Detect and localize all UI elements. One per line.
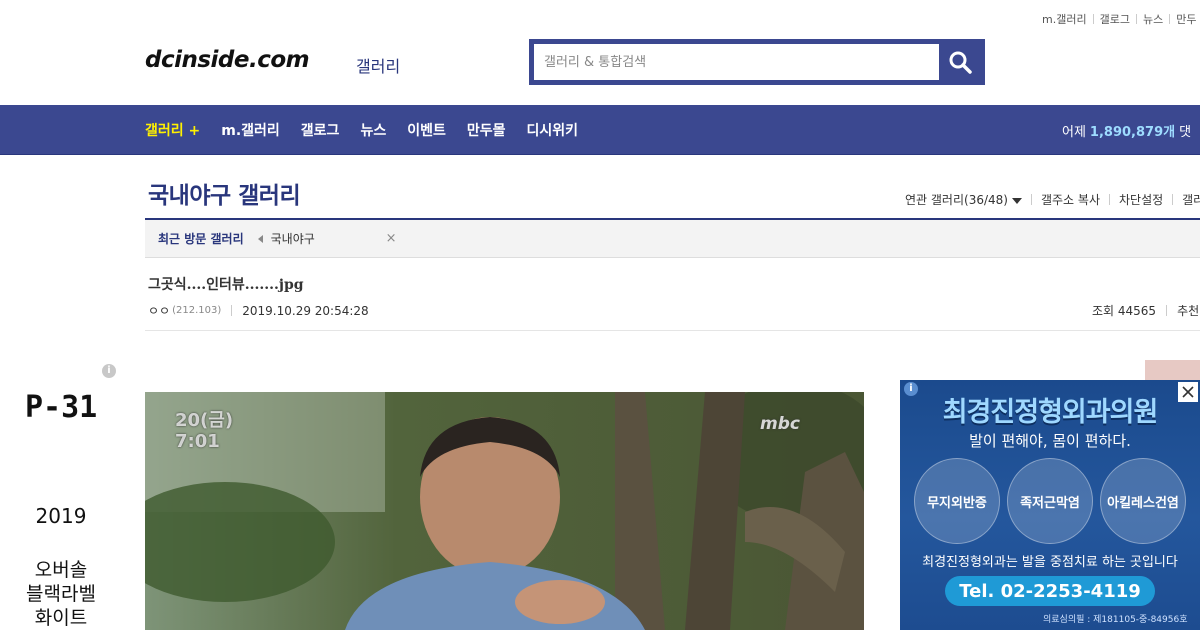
- nav-item-gallog[interactable]: 갤로그: [301, 120, 340, 140]
- search-button[interactable]: [939, 44, 980, 80]
- nav-item-mandu-mall[interactable]: 만두몰: [467, 120, 506, 140]
- stat-prefix: 어제: [1062, 124, 1086, 140]
- site-logo[interactable]: dcinside.com: [145, 47, 310, 73]
- ad-year: 2019: [35, 504, 87, 528]
- right-ad-banner[interactable]: i 최경진정형외과의원 발이 편해야, 몸이 편하다. 무지외반증 족저근막염 …: [900, 380, 1200, 630]
- ad-subtitle: 발이 편해야, 몸이 편하다.: [969, 432, 1131, 450]
- ad-circles: 무지외반증 족저근막염 아킬레스건염: [914, 458, 1186, 544]
- post-title: 그곳식....인터뷰.......jpg: [148, 277, 304, 293]
- divider: [1169, 14, 1171, 24]
- post-author[interactable]: ㅇㅇ: [148, 302, 170, 319]
- ad-text: 최경진정형외과는 발을 중점치료 하는 곳입니다: [922, 555, 1178, 570]
- post-date: 2019.10.29 20:54:28: [242, 303, 369, 318]
- divider: [1135, 14, 1137, 24]
- related-gallery-button[interactable]: 연관 갤러리(36/48): [905, 191, 1022, 208]
- timestamp-line: 20(금): [175, 410, 234, 431]
- gallery-tools: 연관 갤러리(36/48) 갤주소 복사 차단설정 갤러: [905, 191, 1200, 208]
- main-nav: 갤러리 + m.갤러리 갤로그 뉴스 이벤트 만두몰 디시위키 어제 1,890…: [0, 105, 1200, 155]
- post-divider: [145, 330, 1200, 331]
- recent-galleries-bar: 최근 방문 갤러리 국내야구 ×: [145, 220, 1200, 258]
- ad-footer: 의료심의필 : 제181105-중-84956호: [1043, 615, 1188, 625]
- ad-model: P-31: [25, 390, 98, 425]
- close-icon[interactable]: ×: [386, 231, 397, 246]
- nav-item-news[interactable]: 뉴스: [360, 120, 386, 140]
- search-bar: [529, 39, 985, 85]
- ad-circle[interactable]: 무지외반증: [914, 458, 1000, 544]
- logo-gallery-label[interactable]: 갤러리: [356, 53, 400, 77]
- triangle-down-icon: [1011, 197, 1022, 204]
- related-gallery-label: 연관 갤러리(36/48): [905, 193, 1008, 207]
- ad-phone-button[interactable]: Tel. 02-2253-4119: [945, 576, 1155, 606]
- ad-top-strip: [1145, 360, 1200, 380]
- toplink-m-gallery[interactable]: m.갤러리: [1042, 11, 1087, 27]
- toplink-mandu[interactable]: 만두: [1176, 11, 1196, 27]
- post-views: 조회 44565: [1092, 304, 1157, 318]
- ad-desc-line: 화이트: [34, 607, 88, 629]
- recent-item[interactable]: 국내야구: [271, 230, 386, 247]
- stat-suffix: 댓: [1179, 124, 1192, 140]
- gallery-title[interactable]: 국내야구 갤러리: [148, 176, 301, 210]
- ad-desc-line: 블랙라벨: [26, 583, 96, 605]
- photo-illustration: [145, 392, 864, 630]
- nav-stats: 어제 1,890,879개 댓: [1062, 105, 1191, 155]
- toplink-news[interactable]: 뉴스: [1143, 11, 1163, 27]
- block-settings-button[interactable]: 차단설정: [1119, 191, 1163, 208]
- post-stats: 조회 44565 추천: [1092, 302, 1199, 319]
- arrow-left-icon[interactable]: [257, 234, 263, 243]
- search-input[interactable]: [534, 44, 939, 80]
- gallery-extra-button[interactable]: 갤러: [1182, 191, 1200, 208]
- post-meta: ㅇㅇ (212.103) 2019.10.29 20:54:28: [148, 302, 369, 319]
- ad-title: 최경진정형외과의원: [942, 397, 1159, 428]
- stat-value: 1,890,879개: [1089, 124, 1176, 140]
- nav-item-m-gallery[interactable]: m.갤러리: [221, 120, 280, 140]
- nav-menu: 갤러리 + m.갤러리 갤로그 뉴스 이벤트 만두몰 디시위키: [145, 105, 599, 155]
- top-links: m.갤러리 갤로그 뉴스 만두: [1042, 11, 1196, 27]
- toplink-gallog[interactable]: 갤로그: [1100, 11, 1130, 27]
- nav-item-dcwiki[interactable]: 디시위키: [526, 120, 578, 140]
- recent-label: 최근 방문 갤러리: [158, 232, 244, 246]
- broadcaster-logo: mbc: [760, 414, 800, 434]
- ad-desc-line: 오버솔: [34, 559, 88, 581]
- divider: [1108, 194, 1110, 205]
- nav-item-event[interactable]: 이벤트: [407, 120, 446, 140]
- ad-info-icon[interactable]: i: [102, 364, 116, 378]
- timestamp-line: 7:01: [175, 431, 220, 452]
- ad-circle[interactable]: 아킬레스건염: [1100, 458, 1186, 544]
- nav-item-gallery[interactable]: 갤러리 +: [145, 120, 200, 140]
- divider: [1172, 194, 1174, 205]
- search-icon: [949, 51, 972, 74]
- broadcast-timestamp: 20(금) 7:01: [175, 410, 233, 452]
- divider: [1092, 14, 1094, 24]
- post-ip: (212.103): [172, 305, 222, 316]
- post-image[interactable]: 20(금) 7:01 mbc: [145, 392, 864, 630]
- divider: [231, 305, 233, 316]
- post-recommend: 추천: [1177, 304, 1200, 318]
- page: m.갤러리 갤로그 뉴스 만두 dcinside.com 갤러리 갤러리 + m…: [0, 0, 1200, 630]
- copy-url-button[interactable]: 갤주소 복사: [1041, 191, 1100, 208]
- ad-description: 오버솔 블랙라벨 화이트: [0, 558, 122, 630]
- ad-circle[interactable]: 족저근막염: [1007, 458, 1093, 544]
- divider: [1166, 305, 1168, 316]
- divider: [1030, 194, 1032, 205]
